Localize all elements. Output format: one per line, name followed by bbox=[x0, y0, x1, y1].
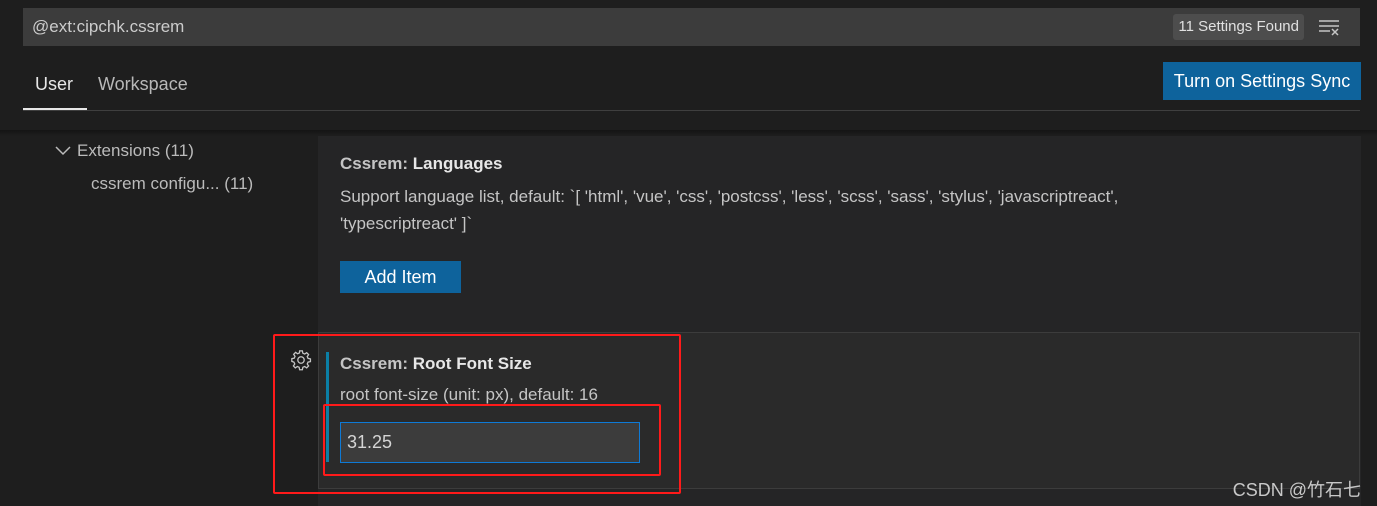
setting-title-languages: Cssrem: Languages bbox=[340, 154, 503, 173]
watermark: CSDN @竹石七 bbox=[1232, 480, 1361, 500]
chevron-down-icon bbox=[55, 141, 77, 161]
active-tab-indicator bbox=[23, 108, 87, 110]
add-item-button[interactable]: Add Item bbox=[340, 261, 461, 293]
divider bbox=[23, 110, 1360, 111]
search-bar: 11 Settings Found bbox=[23, 8, 1360, 46]
tree-item-cssrem[interactable]: cssrem configu... (11) bbox=[91, 174, 253, 194]
settings-count-badge: 11 Settings Found bbox=[1173, 14, 1304, 40]
tab-user[interactable]: User bbox=[35, 74, 73, 95]
settings-sync-button[interactable]: Turn on Settings Sync bbox=[1163, 62, 1361, 100]
search-input[interactable] bbox=[32, 8, 1132, 46]
setting-description-languages: Support language list, default: `[ 'html… bbox=[340, 187, 1119, 233]
clear-filter-icon[interactable] bbox=[1318, 17, 1342, 37]
tree-item-label: Extensions (11) bbox=[77, 141, 194, 160]
annotation-box-inner bbox=[323, 404, 661, 476]
tree-item-extensions[interactable]: Extensions (11) bbox=[55, 141, 194, 161]
tab-workspace[interactable]: Workspace bbox=[98, 74, 188, 95]
